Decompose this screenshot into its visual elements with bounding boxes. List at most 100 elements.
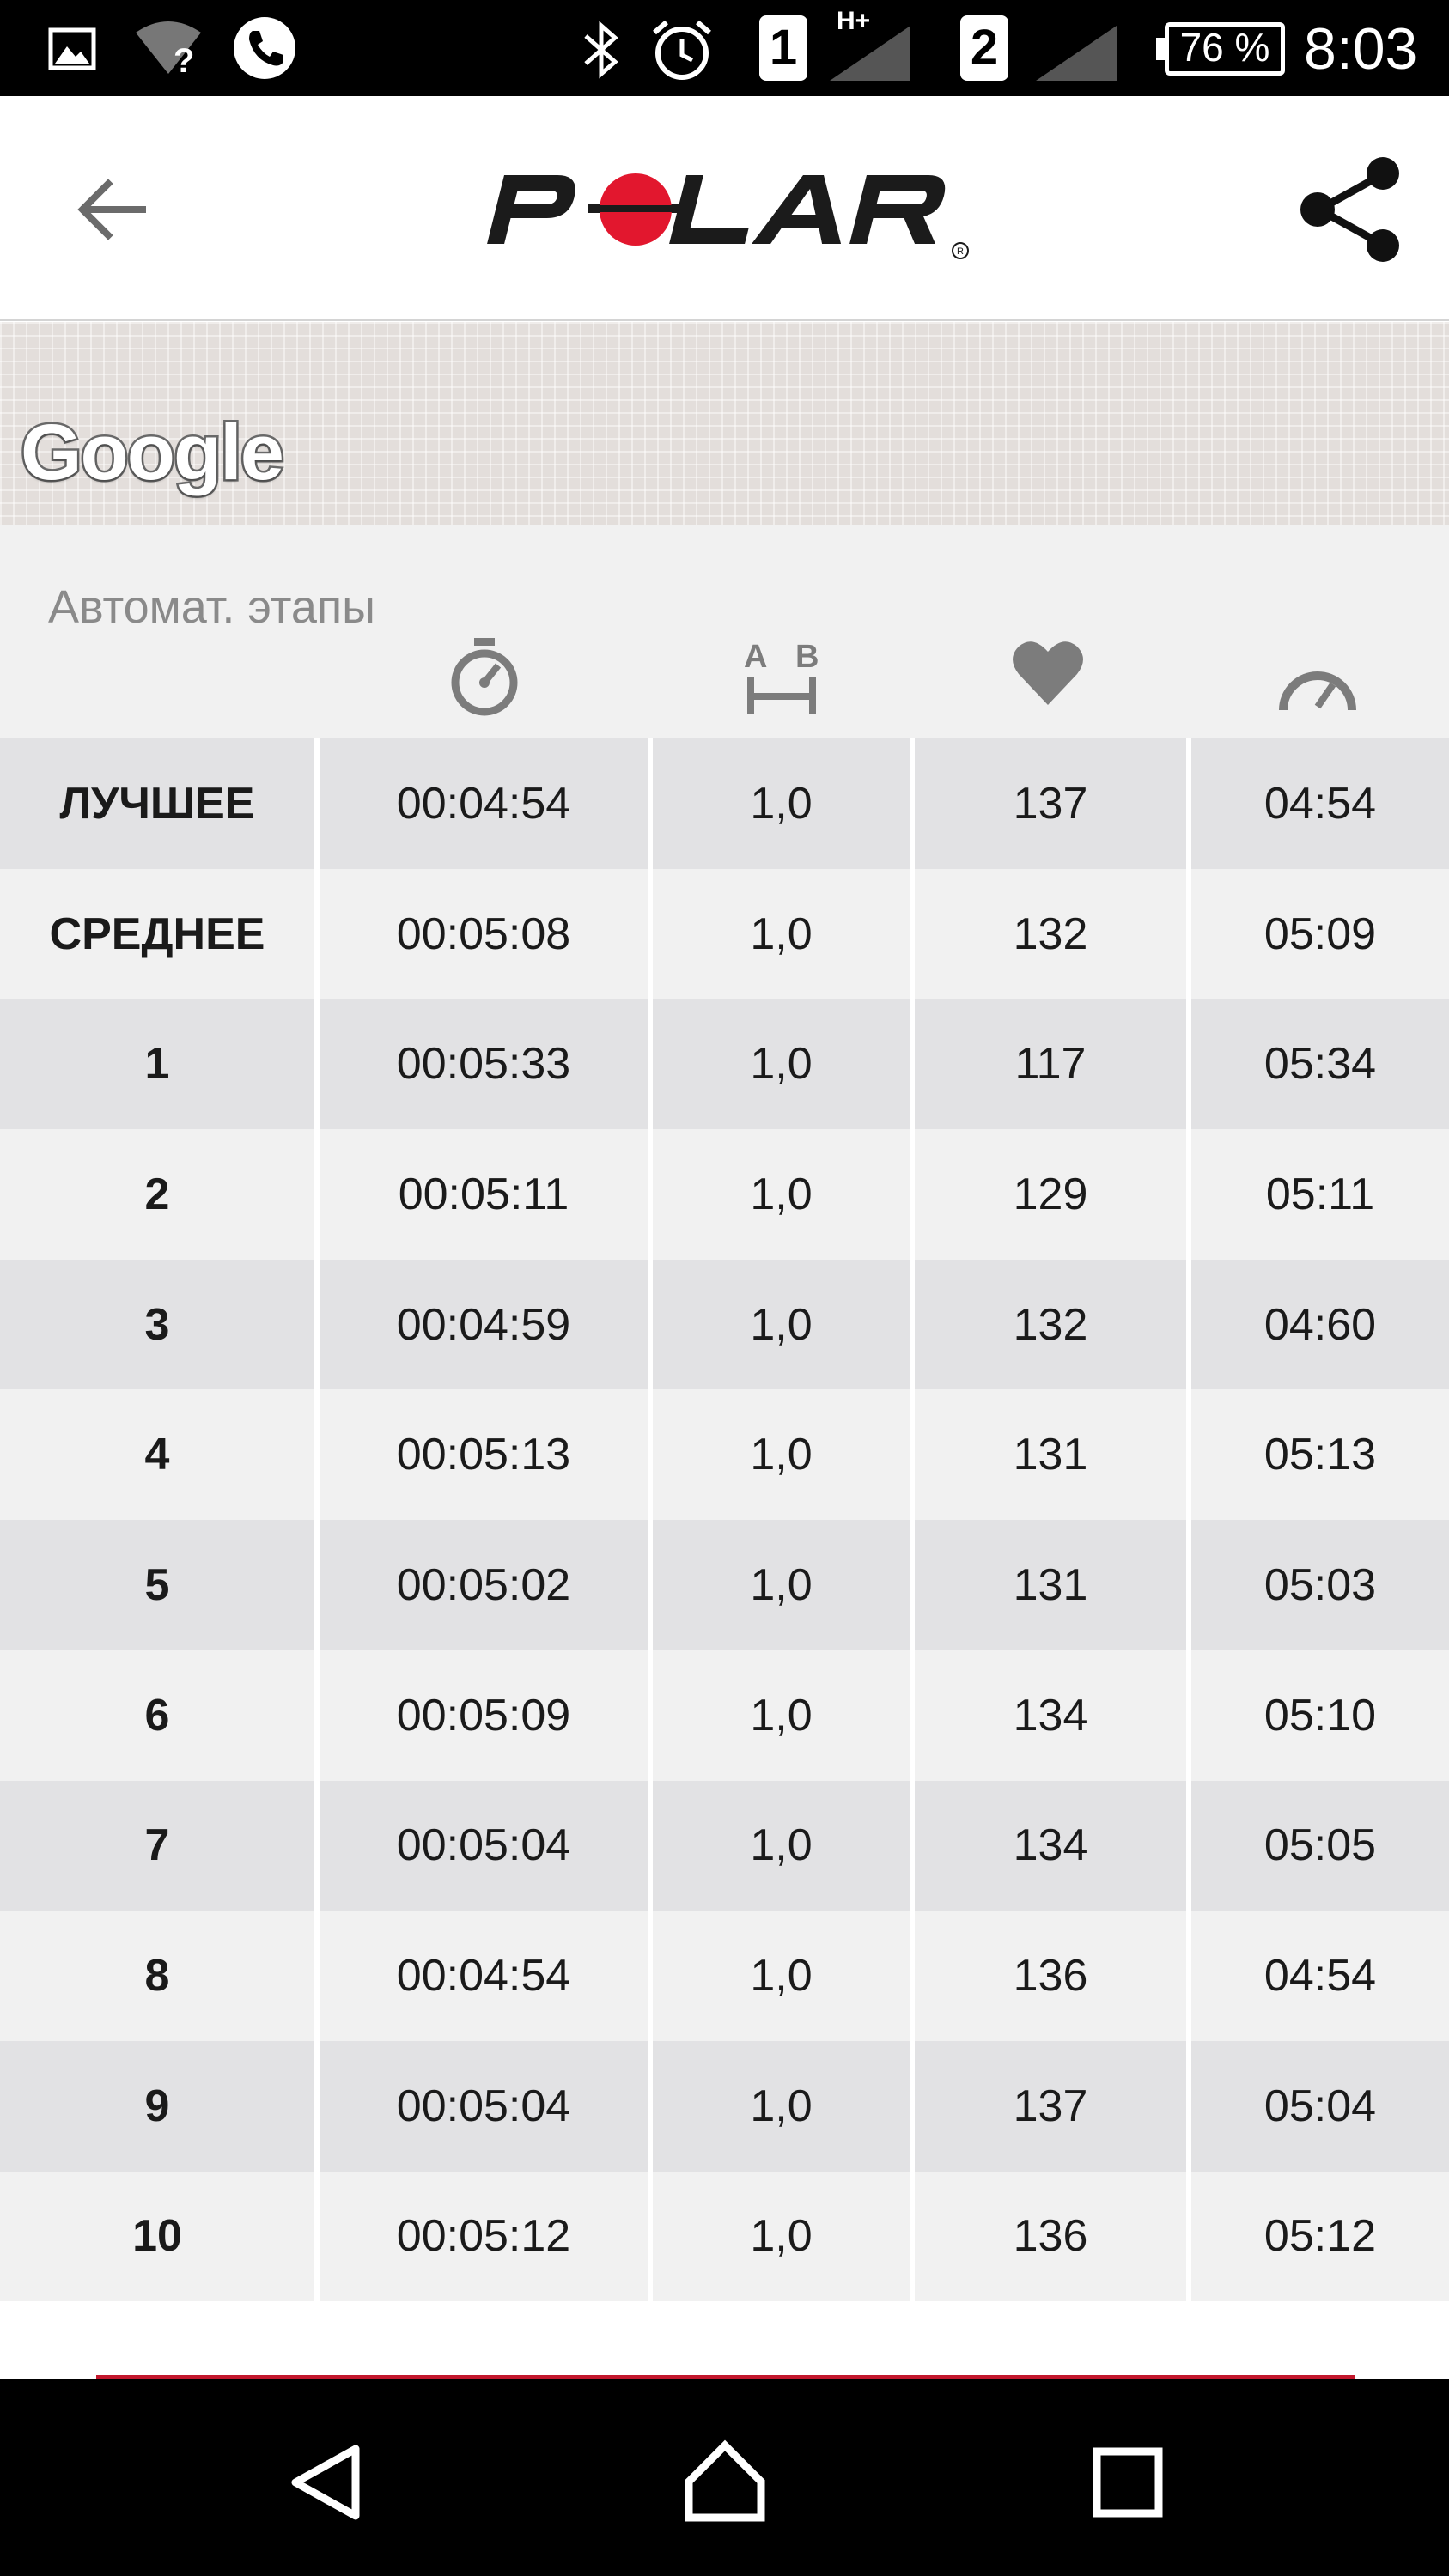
table-row: 9 00:05:04 1,0 137 05:04 [0,2040,1449,2172]
distance-ab-icon: A B [744,639,819,714]
lap-label: ЛУЧШЕЕ [59,778,255,829]
lap-distance: 1,0 [648,1389,910,1521]
lap-label: 4 [144,1430,170,1480]
lap-distance: 1,0 [648,868,910,999]
lap-heart-rate: 134 [910,1649,1186,1781]
lap-pace: 05:04 [1186,2040,1449,2172]
table-row: СРЕДНЕЕ 00:05:08 1,0 132 05:09 [0,868,1449,999]
lap-heart-rate: 134 [910,1780,1186,1911]
table-row: 7 00:05:04 1,0 134 05:05 [0,1780,1449,1911]
battery-icon [1156,38,1165,60]
google-attribution: Google [19,407,287,499]
lap-time: 00:05:04 [314,2040,648,2172]
lap-time: 00:05:02 [314,1520,648,1650]
lap-distance: 1,0 [648,2040,910,2172]
table-row: 4 00:05:13 1,0 131 05:13 [0,1389,1449,1521]
svg-text:A: A [744,639,767,675]
lap-heart-rate: 137 [910,2040,1186,2172]
svg-text:B: B [795,639,819,675]
table-row: 3 00:04:59 1,0 132 04:60 [0,1259,1449,1390]
table-row: 1 00:05:33 1,0 117 05:34 [0,999,1449,1130]
back-triangle-icon[interactable] [287,2444,364,2521]
lap-distance: 1,0 [648,1911,910,2041]
lap-distance: 1,0 [648,1780,910,1911]
home-icon[interactable] [682,2439,768,2524]
recents-icon[interactable] [1093,2447,1163,2518]
lap-pace: 05:09 [1186,868,1449,999]
lap-distance: 1,0 [648,2171,910,2302]
sim2-badge: 2 [960,15,1008,81]
section-title: Автомат. этапы [48,581,375,633]
clock: 8:03 [1304,16,1418,82]
lap-time: 00:05:09 [314,1649,648,1781]
lap-heart-rate: 137 [910,738,1186,869]
lap-label: 2 [144,1169,170,1219]
status-bar: ? 1 H+ 2 76 % 8:03 [0,0,1449,96]
table-row: 8 00:04:54 1,0 136 04:54 [0,1911,1449,2041]
route-map[interactable]: Google [0,322,1449,525]
lap-pace: 04:60 [1186,1259,1449,1390]
lap-label: 5 [144,1559,170,1610]
lap-heart-rate: 132 [910,1259,1186,1390]
lap-pace: 04:54 [1186,738,1449,869]
svg-text:R: R [957,246,964,257]
table-row: 10 00:05:12 1,0 136 05:12 [0,2171,1449,2302]
lap-distance: 1,0 [648,1649,910,1781]
lap-distance: 1,0 [648,1259,910,1390]
lap-time: 00:05:08 [314,868,648,999]
lap-label: 7 [144,1820,170,1871]
lap-pace: 05:11 [1186,1129,1449,1260]
lap-distance: 1,0 [648,999,910,1130]
app-bar: R [0,96,1449,321]
alarm-icon [653,20,711,80]
lap-pace: 05:03 [1186,1520,1449,1650]
laps-table: ЛУЧШЕЕ 00:04:54 1,0 137 04:54 СРЕДНЕЕ 00:05:08… [0,738,1449,2302]
lap-pace: 05:10 [1186,1649,1449,1781]
speedometer-icon [1279,671,1356,711]
arrow-left-icon[interactable] [74,175,151,244]
lap-time: 00:05:13 [314,1389,648,1521]
lap-distance: 1,0 [648,1129,910,1260]
lap-distance: 1,0 [648,1520,910,1650]
lap-label: 8 [144,1951,170,2002]
lap-pace: 05:12 [1186,2171,1449,2302]
stopwatch-icon [451,638,518,716]
lap-pace: 05:34 [1186,999,1449,1130]
lap-heart-rate: 131 [910,1520,1186,1650]
lap-time: 00:04:54 [314,1911,648,2041]
phone-icon [234,17,295,79]
image-icon [48,27,96,70]
lap-label: СРЕДНЕЕ [49,908,265,959]
lap-pace: 05:13 [1186,1389,1449,1521]
wifi-unknown-icon: ? [136,21,201,77]
signal-icon [1036,26,1117,81]
lap-label: 3 [144,1299,170,1350]
polar-logo: R [487,173,969,259]
lap-heart-rate: 136 [910,1911,1186,2041]
lap-heart-rate: 129 [910,1129,1186,1260]
lap-heart-rate: 117 [910,999,1186,1130]
share-icon[interactable] [1299,156,1405,263]
bluetooth-icon [584,21,618,79]
lap-pace: 04:54 [1186,1911,1449,2041]
lap-time: 00:04:59 [314,1259,648,1390]
lap-distance: 1,0 [648,738,910,869]
lap-heart-rate: 136 [910,2171,1186,2302]
lap-heart-rate: 132 [910,868,1186,999]
table-row: ЛУЧШЕЕ 00:04:54 1,0 137 04:54 [0,738,1449,869]
sim1-badge: 1 [759,15,807,81]
lap-label: 9 [144,2081,170,2131]
battery-level: 76 % [1179,25,1270,70]
laps-section: Автомат. этапы A B ЛУЧШЕЕ 00:04:54 1,0 137 0… [0,525,1449,2302]
lap-label: 6 [144,1690,170,1741]
svg-text:?: ? [174,42,194,77]
lap-time: 00:05:11 [314,1129,648,1260]
lap-time: 00:05:33 [314,999,648,1130]
lap-heart-rate: 131 [910,1389,1186,1521]
signal-icon [830,26,910,81]
lap-pace: 05:05 [1186,1780,1449,1911]
lap-label: 1 [144,1039,170,1090]
table-row: 2 00:05:11 1,0 129 05:11 [0,1129,1449,1260]
lap-time: 00:05:04 [314,1780,648,1911]
table-row: 5 00:05:02 1,0 131 05:03 [0,1520,1449,1650]
